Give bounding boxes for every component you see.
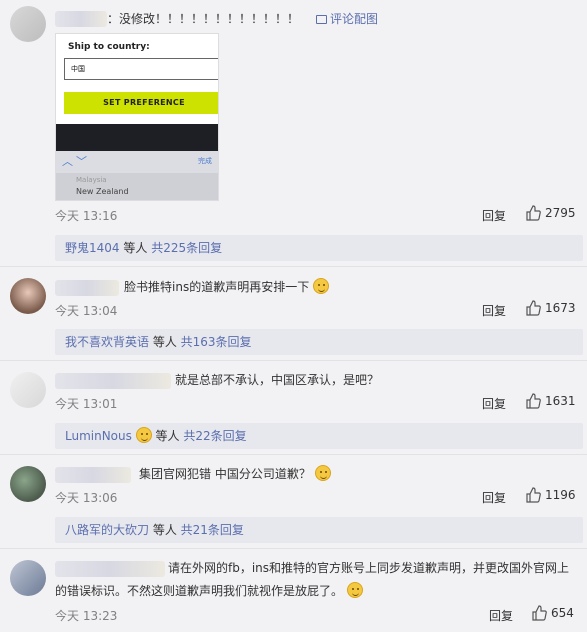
like-button[interactable]: 2795 bbox=[525, 205, 576, 221]
avatar[interactable] bbox=[10, 278, 46, 314]
sub-replies[interactable]: 我不喜欢背英语 等人 共163条回复 bbox=[55, 329, 583, 355]
avatar[interactable] bbox=[10, 6, 46, 42]
confused-emoji-icon bbox=[313, 278, 330, 294]
divider bbox=[0, 548, 587, 549]
sub-reply-count[interactable]: 共163条回复 bbox=[181, 335, 252, 349]
comment-text-line1: 请在外网的fb，ins和推特的官方账号上同步发道歉声明，并更改国外官网上 bbox=[168, 561, 570, 575]
sub-reply-user[interactable]: LuminNous bbox=[65, 429, 132, 443]
comment-time: 今天 13:16 bbox=[55, 209, 118, 223]
image-keyboard-bar: ︿ ﹀ 完成 bbox=[56, 151, 218, 173]
sub-reply-mid: 等人 bbox=[149, 335, 181, 349]
image-picker-current: New Zealand bbox=[76, 187, 129, 196]
reply-button[interactable]: 回复 bbox=[482, 395, 506, 412]
image-picker: Malaysia New Zealand bbox=[56, 173, 218, 200]
reply-button[interactable]: 回复 bbox=[489, 607, 513, 624]
thumbs-up-icon bbox=[526, 300, 541, 316]
comment-time: 今天 13:04 bbox=[55, 304, 118, 318]
sub-reply-user[interactable]: 我不喜欢背英语 bbox=[65, 335, 149, 349]
comment-text: ：没修改！！！！！！！！！！！！ bbox=[107, 12, 300, 26]
sub-reply-user[interactable]: 八路军的大砍刀 bbox=[65, 523, 149, 537]
like-button[interactable]: 1196 bbox=[525, 487, 576, 503]
laugh-emoji-icon bbox=[346, 582, 363, 598]
like-count: 1631 bbox=[545, 394, 576, 408]
sub-replies[interactable]: 八路军的大砍刀 等人 共21条回复 bbox=[55, 517, 583, 543]
avatar[interactable] bbox=[10, 372, 46, 408]
comment-time: 今天 13:01 bbox=[55, 397, 118, 411]
sub-reply-count[interactable]: 共225条回复 bbox=[151, 241, 222, 255]
sub-reply-user[interactable]: 野鬼1404 bbox=[65, 241, 120, 255]
image-dark-band bbox=[56, 124, 218, 151]
like-count: 654 bbox=[551, 606, 574, 620]
like-count: 1196 bbox=[545, 488, 576, 502]
sub-replies[interactable]: 野鬼1404 等人 共225条回复 bbox=[55, 235, 583, 261]
image-country-value: 中国 bbox=[64, 58, 218, 80]
avatar[interactable] bbox=[10, 560, 46, 596]
divider bbox=[0, 454, 587, 455]
smile-emoji-icon bbox=[314, 465, 331, 481]
username[interactable] bbox=[55, 561, 165, 577]
image-done-label: 完成 bbox=[198, 157, 212, 165]
sub-reply-mid: 等人 bbox=[119, 241, 152, 255]
image-icon bbox=[316, 15, 327, 24]
chevron-up-icon: ︿ bbox=[62, 155, 73, 168]
like-count: 2795 bbox=[545, 206, 576, 220]
thumbs-up-icon bbox=[532, 605, 547, 621]
heart-eyes-emoji-icon bbox=[135, 427, 152, 443]
sub-replies[interactable]: LuminNous 等人 共22条回复 bbox=[55, 423, 583, 449]
sub-reply-count[interactable]: 共22条回复 bbox=[183, 429, 246, 443]
like-count: 1673 bbox=[545, 301, 576, 315]
reply-button[interactable]: 回复 bbox=[482, 207, 506, 224]
image-picker-prev: Malaysia bbox=[76, 176, 107, 184]
comment-image[interactable]: Ship to country: 中国 SET PREFERENCE ︿ ﹀ 完… bbox=[55, 33, 219, 201]
username[interactable] bbox=[55, 373, 171, 389]
thumbs-up-icon bbox=[526, 487, 541, 503]
sub-reply-count[interactable]: 共21条回复 bbox=[181, 523, 244, 537]
like-button[interactable]: 1673 bbox=[525, 300, 576, 316]
comment-text-line2: 的错误标识。不然这则道歉声明我们就视作是放屁了。 bbox=[55, 581, 363, 601]
comment-time: 今天 13:06 bbox=[55, 491, 118, 505]
username[interactable] bbox=[55, 280, 119, 296]
avatar[interactable] bbox=[10, 466, 46, 502]
comment-time: 今天 13:23 bbox=[55, 609, 118, 623]
comment-text: 就是总部不承认，中国区承认，是吧？ bbox=[175, 373, 380, 387]
like-button[interactable]: 1631 bbox=[525, 393, 576, 409]
view-image-link[interactable]: 评论配图 bbox=[316, 9, 378, 29]
username[interactable] bbox=[55, 467, 131, 483]
reply-button[interactable]: 回复 bbox=[482, 489, 506, 506]
sub-reply-mid: 等人 bbox=[149, 523, 181, 537]
divider bbox=[0, 266, 587, 267]
thumbs-up-icon bbox=[526, 205, 541, 221]
like-button[interactable]: 654 bbox=[531, 605, 574, 621]
comment-text: 集团官网犯错 中国分公司道歉？ bbox=[139, 464, 331, 484]
image-set-preference-label: SET PREFERENCE bbox=[64, 92, 218, 114]
thumbs-up-icon bbox=[526, 393, 541, 409]
chevron-down-icon: ﹀ bbox=[76, 155, 87, 168]
comment-text-content: 脸书推特ins的道歉声明再安排一下 bbox=[124, 280, 310, 294]
comment-text-content: 的错误标识。不然这则道歉声明我们就视作是放屁了。 bbox=[55, 584, 344, 598]
sub-reply-mid: 等人 bbox=[151, 429, 184, 443]
username[interactable] bbox=[55, 11, 107, 27]
comment-text: 脸书推特ins的道歉声明再安排一下 bbox=[124, 277, 330, 297]
comment-text-content: 集团官网犯错 中国分公司道歉？ bbox=[139, 467, 311, 481]
reply-button[interactable]: 回复 bbox=[482, 302, 506, 319]
divider bbox=[0, 360, 587, 361]
view-image-label: 评论配图 bbox=[330, 12, 379, 26]
image-content: Ship to country: 中国 SET PREFERENCE bbox=[56, 34, 218, 124]
image-ship-label: Ship to country: bbox=[68, 42, 150, 52]
